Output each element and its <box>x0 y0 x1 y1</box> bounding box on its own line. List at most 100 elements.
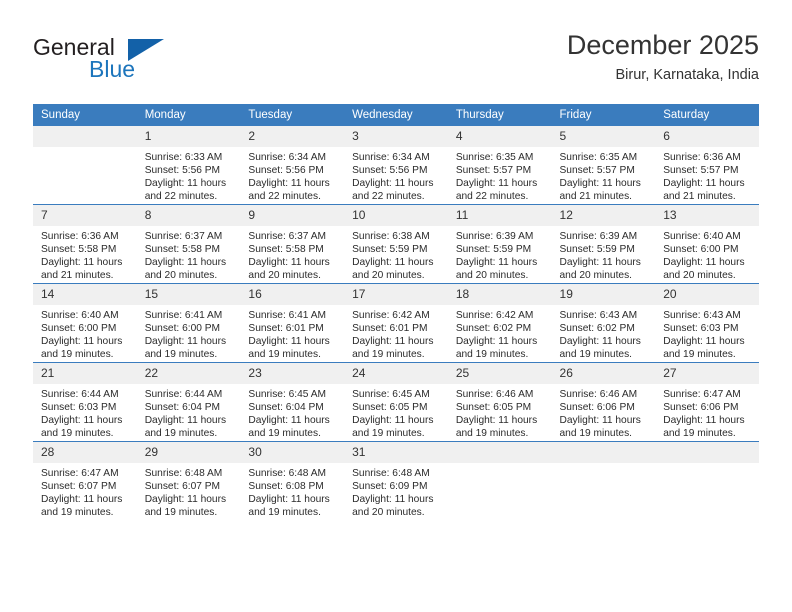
day-number: 26 <box>551 363 656 384</box>
sunset-text: Sunset: 5:57 PM <box>455 165 532 177</box>
calendar-day-cell[interactable]: 10 Sunrise: 6:38 AM Sunset: 5:59 PM Dayligh… <box>344 204 448 284</box>
calendar-week-row: 1 Sunrise: 6:33 AM Sunset: 5:56 PM Daylight… <box>33 126 759 205</box>
day-details: Sunrise: 6:43 AM Sunset: 6:03 PM Daylight:… <box>655 305 759 361</box>
calendar-day-cell[interactable]: 23 Sunrise: 6:45 AM Sunset: 6:04 PM Dayligh… <box>240 362 345 442</box>
calendar-day-cell[interactable]: 27 Sunrise: 6:47 AM Sunset: 6:06 PM Dayligh… <box>655 362 759 442</box>
daylight-text: Daylight: 11 hours <box>144 178 227 190</box>
calendar-day-cell[interactable]: 14 Sunrise: 6:40 AM Sunset: 6:00 PM Dayligh… <box>33 283 137 363</box>
calendar-day-cell[interactable]: 25 Sunrise: 6:46 AM Sunset: 6:05 PM Dayligh… <box>447 362 552 442</box>
calendar-day-cell[interactable]: 28 Sunrise: 6:47 AM Sunset: 6:07 PM Dayligh… <box>33 441 137 520</box>
calendar-empty-cell <box>447 441 552 520</box>
day-number: 22 <box>136 363 241 384</box>
daylight-text: and 19 minutes. <box>144 428 218 440</box>
calendar-body: 1 Sunrise: 6:33 AM Sunset: 5:56 PM Daylight… <box>33 126 759 520</box>
daylight-text: and 22 minutes. <box>248 191 321 203</box>
general-blue-logo[interactable]: General Blue <box>33 34 233 90</box>
calendar-day-cell[interactable]: 19 Sunrise: 6:43 AM Sunset: 6:02 PM Dayligh… <box>551 283 656 363</box>
daylight-text: and 19 minutes. <box>663 349 736 361</box>
calendar-day-cell[interactable]: 15 Sunrise: 6:41 AM Sunset: 6:00 PM Dayligh… <box>136 283 241 363</box>
day-details: Sunrise: 6:33 AM Sunset: 5:56 PM Daylight:… <box>137 147 241 203</box>
daylight-text: and 19 minutes. <box>248 349 321 361</box>
day-details: Sunrise: 6:36 AM Sunset: 5:58 PM Daylight:… <box>33 226 137 282</box>
sunrise-text: Sunrise: 6:44 AM <box>144 389 223 400</box>
day-details: Sunrise: 6:35 AM Sunset: 5:57 PM Daylight:… <box>552 147 656 203</box>
calendar-day-cell[interactable]: 22 Sunrise: 6:44 AM Sunset: 6:04 PM Dayligh… <box>136 362 241 442</box>
day-number: 2 <box>240 126 345 147</box>
day-details: Sunrise: 6:46 AM Sunset: 6:05 PM Daylight:… <box>448 384 552 440</box>
calendar-day-cell[interactable]: 24 Sunrise: 6:45 AM Sunset: 6:05 PM Dayligh… <box>344 362 448 442</box>
calendar-day-cell[interactable]: 11 Sunrise: 6:39 AM Sunset: 5:59 PM Dayligh… <box>447 204 552 284</box>
day-details: Sunrise: 6:38 AM Sunset: 5:59 PM Daylight:… <box>344 226 448 282</box>
sunrise-text: Sunrise: 6:48 AM <box>352 468 430 479</box>
calendar-empty-cell <box>655 441 759 520</box>
calendar-day-cell[interactable]: 3 Sunrise: 6:34 AM Sunset: 5:56 PM Daylight… <box>344 126 448 205</box>
calendar-day-cell[interactable]: 6 Sunrise: 6:36 AM Sunset: 5:57 PM Daylight… <box>655 126 759 205</box>
day-details: Sunrise: 6:37 AM Sunset: 5:58 PM Daylight:… <box>240 226 344 282</box>
day-number: 18 <box>447 284 552 305</box>
calendar-day-cell[interactable]: 18 Sunrise: 6:42 AM Sunset: 6:02 PM Dayligh… <box>447 283 552 363</box>
title-block: December 2025 Birur, Karnataka, India <box>567 28 759 86</box>
sunset-text: Sunset: 6:00 PM <box>41 323 117 335</box>
weekday-header-row: Sunday Monday Tuesday Wednesday Thursday… <box>33 104 759 126</box>
calendar-week-row: 14 Sunrise: 6:40 AM Sunset: 6:00 PM Dayligh… <box>33 283 759 363</box>
daylight-text: and 21 minutes. <box>41 270 114 282</box>
day-number: 11 <box>447 205 552 226</box>
sunset-text: Sunset: 5:56 PM <box>352 165 428 177</box>
day-details: Sunrise: 6:45 AM Sunset: 6:04 PM Daylight:… <box>240 384 344 440</box>
daylight-text: Daylight: 11 hours <box>455 178 538 190</box>
sunrise-text: Sunrise: 6:47 AM <box>663 389 741 400</box>
daylight-text: Daylight: 11 hours <box>352 257 434 269</box>
daylight-text: Daylight: 11 hours <box>455 415 538 427</box>
sunset-text: Sunset: 6:00 PM <box>663 244 739 256</box>
calendar-day-cell[interactable]: 7 Sunrise: 6:36 AM Sunset: 5:58 PM Daylight… <box>33 204 137 284</box>
calendar-day-cell[interactable]: 20 Sunrise: 6:43 AM Sunset: 6:03 PM Dayligh… <box>655 283 759 363</box>
daylight-text: Daylight: 11 hours <box>352 494 434 506</box>
sunset-text: Sunset: 6:00 PM <box>144 323 221 335</box>
calendar-day-cell[interactable]: 5 Sunrise: 6:35 AM Sunset: 5:57 PM Daylight… <box>551 126 656 205</box>
day-number: 27 <box>655 363 759 384</box>
weekday-header-friday: Friday <box>551 104 656 126</box>
day-details <box>552 463 656 467</box>
sunset-text: Sunset: 5:58 PM <box>144 244 221 256</box>
daylight-text: Daylight: 11 hours <box>41 336 123 348</box>
calendar-day-cell[interactable]: 9 Sunrise: 6:37 AM Sunset: 5:58 PM Daylight… <box>240 204 345 284</box>
day-details: Sunrise: 6:42 AM Sunset: 6:01 PM Daylight:… <box>344 305 448 361</box>
day-number <box>447 442 552 463</box>
daylight-text: Daylight: 11 hours <box>41 415 123 427</box>
day-number <box>33 126 137 147</box>
day-details: Sunrise: 6:41 AM Sunset: 6:00 PM Daylight:… <box>137 305 241 361</box>
daylight-text: and 19 minutes. <box>144 507 218 519</box>
sunset-text: Sunset: 5:58 PM <box>41 244 117 256</box>
calendar-day-cell[interactable]: 1 Sunrise: 6:33 AM Sunset: 5:56 PM Daylight… <box>136 126 241 205</box>
calendar-day-cell[interactable]: 16 Sunrise: 6:41 AM Sunset: 6:01 PM Dayligh… <box>240 283 345 363</box>
sunrise-text: Sunrise: 6:40 AM <box>663 231 741 242</box>
daylight-text: Daylight: 11 hours <box>144 415 227 427</box>
day-number: 12 <box>551 205 656 226</box>
daylight-text: and 22 minutes. <box>352 191 425 203</box>
sunset-text: Sunset: 6:02 PM <box>559 323 635 335</box>
day-details: Sunrise: 6:35 AM Sunset: 5:57 PM Daylight:… <box>448 147 552 203</box>
calendar-day-cell[interactable]: 2 Sunrise: 6:34 AM Sunset: 5:56 PM Daylight… <box>240 126 345 205</box>
day-number <box>655 442 759 463</box>
sunset-text: Sunset: 6:08 PM <box>248 481 324 493</box>
weekday-header-tuesday: Tuesday <box>240 104 345 126</box>
calendar-day-cell[interactable]: 13 Sunrise: 6:40 AM Sunset: 6:00 PM Dayligh… <box>655 204 759 284</box>
calendar-day-cell[interactable]: 8 Sunrise: 6:37 AM Sunset: 5:58 PM Daylight… <box>136 204 241 284</box>
calendar-day-cell[interactable]: 30 Sunrise: 6:48 AM Sunset: 6:08 PM Dayligh… <box>240 441 345 520</box>
day-number: 4 <box>447 126 552 147</box>
calendar-day-cell[interactable]: 26 Sunrise: 6:46 AM Sunset: 6:06 PM Dayligh… <box>551 362 656 442</box>
weekday-header-wednesday: Wednesday <box>344 104 448 126</box>
calendar-day-cell[interactable]: 31 Sunrise: 6:48 AM Sunset: 6:09 PM Dayligh… <box>344 441 448 520</box>
calendar-day-cell[interactable]: 4 Sunrise: 6:35 AM Sunset: 5:57 PM Daylight… <box>447 126 552 205</box>
calendar-day-cell[interactable]: 21 Sunrise: 6:44 AM Sunset: 6:03 PM Dayligh… <box>33 362 137 442</box>
sunset-text: Sunset: 6:04 PM <box>248 402 324 414</box>
weekday-header-thursday: Thursday <box>447 104 552 126</box>
calendar-day-cell[interactable]: 29 Sunrise: 6:48 AM Sunset: 6:07 PM Dayligh… <box>136 441 241 520</box>
sunset-text: Sunset: 6:03 PM <box>663 323 739 335</box>
day-number: 24 <box>344 363 448 384</box>
calendar-day-cell[interactable]: 12 Sunrise: 6:39 AM Sunset: 5:59 PM Dayligh… <box>551 204 656 284</box>
calendar-day-cell[interactable]: 17 Sunrise: 6:42 AM Sunset: 6:01 PM Dayligh… <box>344 283 448 363</box>
sunrise-text: Sunrise: 6:48 AM <box>144 468 223 479</box>
day-details: Sunrise: 6:48 AM Sunset: 6:09 PM Daylight:… <box>344 463 448 519</box>
daylight-text: and 19 minutes. <box>455 349 529 361</box>
